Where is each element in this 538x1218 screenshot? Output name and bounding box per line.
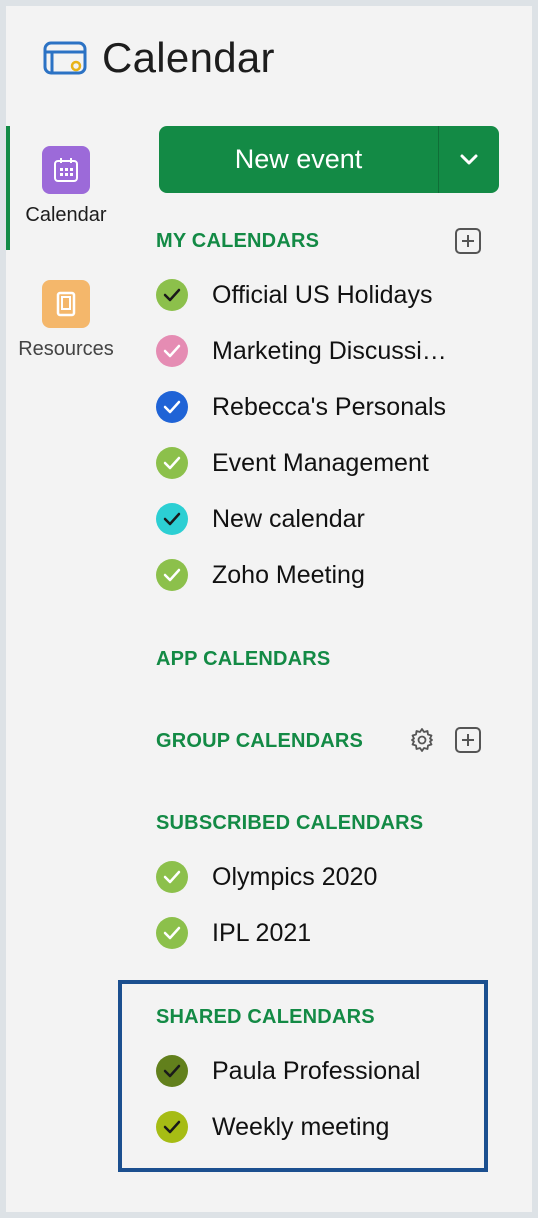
checkbox-icon[interactable] bbox=[156, 1111, 188, 1143]
checkbox-icon[interactable] bbox=[156, 335, 188, 367]
calendar-item-new-calendar[interactable]: New calendar bbox=[156, 499, 365, 539]
calendar-item-label: Rebecca's Personals bbox=[212, 392, 447, 421]
checkbox-icon[interactable] bbox=[156, 559, 188, 591]
checkbox-icon[interactable] bbox=[156, 391, 188, 423]
calendar-item-label: Event Management bbox=[212, 448, 429, 477]
calendar-item-ipl-2021[interactable]: IPL 2021 bbox=[156, 913, 311, 953]
calendar-item-olympics-2020[interactable]: Olympics 2020 bbox=[156, 857, 377, 897]
rail-item-resources[interactable]: Resources bbox=[6, 280, 126, 361]
calendar-item-official-us-holidays[interactable]: Official US Holidays bbox=[156, 275, 432, 315]
checkbox-icon[interactable] bbox=[156, 917, 188, 949]
checkbox-icon[interactable] bbox=[156, 503, 188, 535]
calendar-item-rebeccas-personals[interactable]: Rebecca's Personals bbox=[156, 387, 446, 427]
rail-item-label: Calendar bbox=[25, 204, 107, 226]
calendar-item-label: Marketing Discussi… bbox=[212, 336, 447, 365]
calendar-item-label: Weekly meeting bbox=[212, 1112, 390, 1141]
calendar-item-label: Paula Professional bbox=[212, 1056, 421, 1085]
calendar-item-weekly-meeting[interactable]: Weekly meeting bbox=[156, 1107, 389, 1147]
calendar-item-paula-professional[interactable]: Paula Professional bbox=[156, 1051, 420, 1091]
app-header: Calendar bbox=[42, 34, 275, 82]
section-title-shared-calendars: SHARED CALENDARS bbox=[156, 1006, 375, 1028]
checkbox-icon[interactable] bbox=[156, 861, 188, 893]
calendar-item-marketing-discussion[interactable]: Marketing Discussi… bbox=[156, 331, 447, 371]
sidebar-panel: Calendar Calendar Resources New event MY… bbox=[6, 6, 532, 1212]
calendar-item-label: New calendar bbox=[212, 504, 365, 533]
new-event-button-group: New event bbox=[159, 126, 499, 193]
calendar-item-label: Zoho Meeting bbox=[212, 560, 365, 589]
add-my-calendar-icon[interactable] bbox=[454, 227, 482, 255]
checkbox-icon[interactable] bbox=[156, 447, 188, 479]
section-title-group-calendars[interactable]: GROUP CALENDARS bbox=[156, 730, 363, 753]
checkbox-icon[interactable] bbox=[156, 1055, 188, 1087]
calendar-item-zoho-meeting[interactable]: Zoho Meeting bbox=[156, 555, 365, 595]
calendar-item-event-management[interactable]: Event Management bbox=[156, 443, 429, 483]
chevron-down-icon bbox=[460, 154, 478, 164]
door-icon bbox=[42, 280, 90, 328]
rail-item-calendar[interactable]: Calendar bbox=[6, 146, 126, 227]
new-event-button[interactable]: New event bbox=[159, 126, 438, 193]
section-title-subscribed-calendars: SUBSCRIBED CALENDARS bbox=[156, 812, 424, 834]
calendar-item-label: IPL 2021 bbox=[212, 918, 312, 947]
app-title: Calendar bbox=[102, 34, 275, 81]
rail-item-label: Resources bbox=[18, 338, 114, 360]
calendar-item-label: Olympics 2020 bbox=[212, 862, 378, 891]
gear-icon[interactable] bbox=[408, 726, 436, 754]
add-group-calendar-icon[interactable] bbox=[454, 726, 482, 754]
section-title-my-calendars: MY CALENDARS bbox=[156, 230, 320, 252]
section-title-app-calendars[interactable]: APP CALENDARS bbox=[156, 648, 330, 671]
new-event-dropdown-button[interactable] bbox=[439, 126, 499, 193]
calendar-item-label: Official US Holidays bbox=[212, 280, 433, 309]
calendar-logo-icon bbox=[43, 41, 87, 75]
checkbox-icon[interactable] bbox=[156, 279, 188, 311]
calendar-grid-icon bbox=[42, 146, 90, 194]
